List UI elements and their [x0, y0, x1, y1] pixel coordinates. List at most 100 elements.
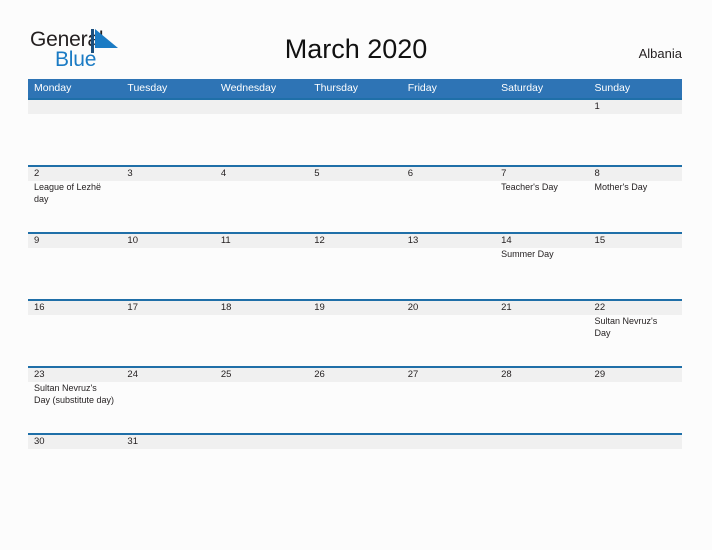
event-area [495, 114, 588, 115]
event-area: Summer Day [495, 248, 588, 261]
calendar-week-row: 2 League of Lezhë day 3 4 5 6 7 Teacher's Day 8 M… [28, 165, 682, 233]
calendar-day-cell[interactable]: 14 Summer Day [495, 232, 589, 300]
date-number: 9 [34, 235, 40, 246]
weekday-header-label: Friday [407, 82, 437, 94]
calendar-day-cell[interactable]: 30 [28, 433, 122, 451]
day-cell-inner: 11 [214, 234, 309, 299]
event-area [121, 114, 214, 115]
date-band: 21 [495, 301, 589, 315]
date-number: 1 [594, 101, 600, 112]
calendar-day-cell[interactable]: 25 [214, 366, 309, 434]
weekday-header-monday: Monday [28, 79, 122, 99]
event-area [215, 114, 308, 115]
day-cell-inner: 26 [308, 368, 402, 433]
weekday-header-friday: Friday [401, 79, 496, 99]
event-area [121, 181, 214, 182]
date-band: 25 [214, 368, 309, 382]
day-cell-inner [214, 435, 309, 451]
date-band: 13 [401, 234, 496, 248]
holiday-event-label: Sultan Nevruz's Day (substitute day) [34, 383, 115, 405]
calendar-day-cell[interactable]: 24 [121, 366, 215, 434]
calendar-day-cell[interactable]: 23 Sultan Nevruz's Day (substitute day) [28, 366, 122, 434]
day-cell-inner [28, 100, 122, 165]
calendar-table: Monday Tuesday Wednesday Thursday Friday Satu… [28, 79, 682, 451]
day-cell-inner: 14 Summer Day [495, 234, 589, 299]
calendar-day-cell[interactable]: 4 [214, 165, 309, 233]
date-band: 29 [588, 368, 682, 382]
day-cell-inner: 7 Teacher's Day [495, 167, 589, 232]
day-cell-inner: 16 [28, 301, 122, 366]
day-cell-inner [121, 100, 215, 165]
calendar-day-cell-empty [401, 433, 496, 451]
event-area [121, 382, 214, 383]
date-band: 31 [121, 435, 215, 449]
event-area [402, 181, 495, 182]
calendar-day-cell[interactable]: 19 [308, 299, 402, 367]
date-number: 13 [407, 235, 419, 246]
calendar-day-cell[interactable]: 18 [214, 299, 309, 367]
date-band [401, 100, 496, 114]
calendar-day-cell[interactable]: 8 Mother's Day [588, 165, 682, 233]
date-band: 17 [121, 301, 215, 315]
calendar-day-cell[interactable]: 2 League of Lezhë day [28, 165, 122, 233]
calendar-day-cell[interactable]: 12 [308, 232, 402, 300]
calendar-body: 1 2 League of Lezhë day 3 4 5 6 7 Teacher's Day 8… [28, 98, 682, 451]
calendar-day-cell[interactable]: 5 [308, 165, 402, 233]
day-cell-inner: 28 [495, 368, 589, 433]
calendar-day-cell[interactable]: 20 [401, 299, 496, 367]
calendar-day-cell[interactable]: 31 [121, 433, 215, 451]
calendar-day-cell[interactable]: 17 [121, 299, 215, 367]
day-cell-inner [308, 100, 402, 165]
date-band: 24 [121, 368, 215, 382]
calendar-day-cell[interactable]: 9 [28, 232, 122, 300]
calendar-day-cell[interactable]: 28 [495, 366, 589, 434]
date-number: 16 [34, 302, 45, 313]
weekday-header-label: Sunday [594, 82, 631, 94]
event-area: Sultan Nevruz's Day (substitute day) [28, 382, 121, 406]
calendar-day-cell-empty [495, 433, 589, 451]
date-number: 19 [314, 302, 325, 313]
calendar-day-cell[interactable]: 29 [588, 366, 682, 434]
calendar-day-cell[interactable]: 16 [28, 299, 122, 367]
calendar-day-cell[interactable]: 27 [401, 366, 496, 434]
date-band [588, 435, 682, 449]
date-band: 16 [28, 301, 122, 315]
weekday-header-label: Saturday [501, 82, 544, 94]
date-band: 23 [28, 368, 122, 382]
calendar-day-cell[interactable]: 11 [214, 232, 309, 300]
calendar-day-cell[interactable]: 1 [588, 98, 682, 166]
calendar-day-cell-empty [121, 98, 215, 166]
event-area [215, 382, 308, 383]
calendar-day-cell[interactable]: 15 [588, 232, 682, 300]
day-cell-inner [401, 100, 496, 165]
calendar-day-cell-empty [214, 98, 309, 166]
event-area [28, 248, 121, 249]
date-number: 31 [127, 436, 138, 447]
date-band: 5 [308, 167, 402, 181]
date-number: 10 [127, 235, 138, 246]
calendar-day-cell[interactable]: 10 [121, 232, 215, 300]
date-band [28, 100, 122, 114]
calendar-day-cell[interactable]: 13 [401, 232, 496, 300]
date-band: 10 [121, 234, 215, 248]
date-band: 20 [401, 301, 496, 315]
weekday-header-row: Monday Tuesday Wednesday Thursday Friday Satu… [28, 79, 682, 99]
calendar-day-cell[interactable]: 7 Teacher's Day [495, 165, 589, 233]
event-area [308, 114, 401, 115]
calendar-day-cell[interactable]: 22 Sultan Nevruz's Day [588, 299, 682, 367]
day-cell-inner: 8 Mother's Day [588, 167, 682, 232]
date-number: 11 [220, 235, 231, 246]
calendar-week-row: 23 Sultan Nevruz's Day (substitute day) 24… [28, 366, 682, 434]
date-number: 24 [127, 369, 138, 380]
calendar-day-cell[interactable]: 6 [401, 165, 496, 233]
day-cell-inner: 2 League of Lezhë day [28, 167, 122, 232]
calendar-day-cell-empty [588, 433, 682, 451]
calendar-day-cell[interactable]: 3 [121, 165, 215, 233]
calendar-day-cell[interactable]: 21 [495, 299, 589, 367]
event-area [121, 248, 214, 249]
calendar-day-cell[interactable]: 26 [308, 366, 402, 434]
weekday-header-thursday: Thursday [308, 79, 402, 99]
date-band: 11 [214, 234, 309, 248]
date-band [121, 100, 215, 114]
date-band: 27 [401, 368, 496, 382]
